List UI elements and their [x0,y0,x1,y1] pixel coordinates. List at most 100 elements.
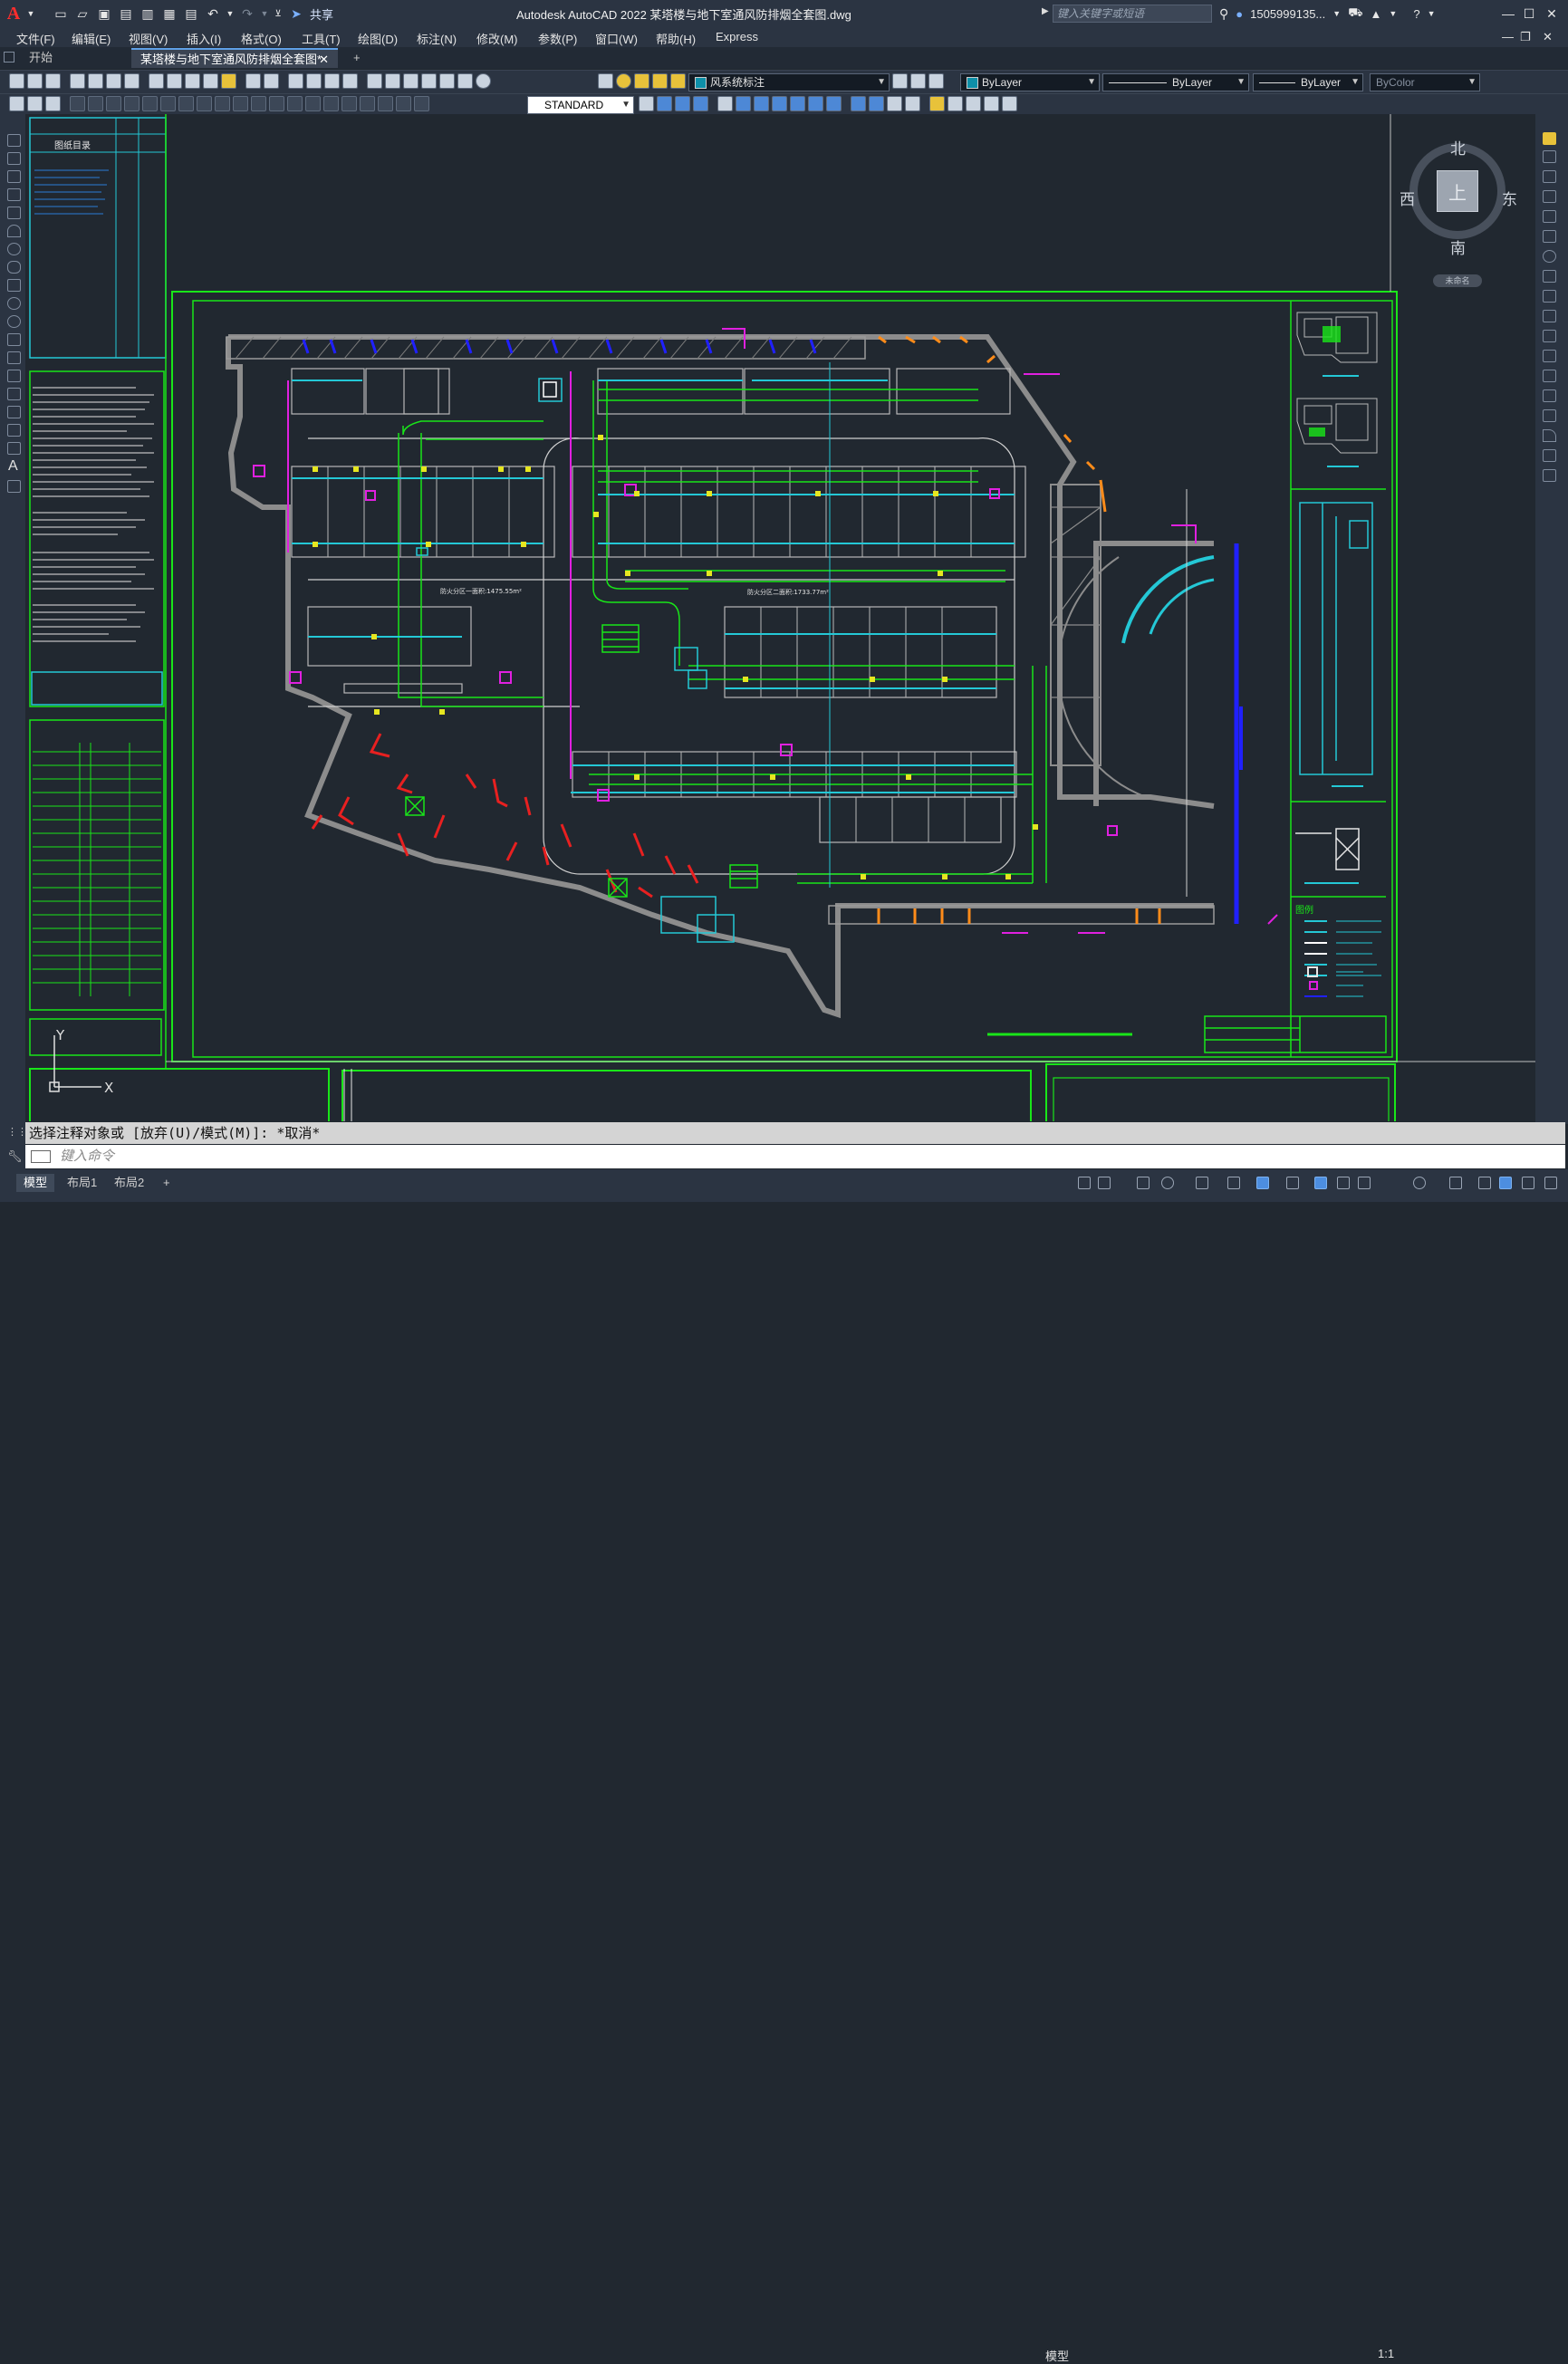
preview-icon[interactable] [88,73,103,89]
app-dropdown-icon[interactable]: ▼ [1389,9,1397,18]
command-settings-icon[interactable]: 🔧︎ [7,1149,23,1164]
layer-dropdown[interactable]: 风系统标注 ▼ [688,73,890,91]
share-button[interactable]: 共享 [310,5,333,23]
main-sheet-border[interactable] [171,291,1398,1062]
circle-icon[interactable] [7,243,21,255]
workspace-gear-icon[interactable] [1413,1177,1426,1189]
mtext-icon[interactable]: A [8,458,18,475]
model-space-toggle[interactable]: 模型 [1045,2347,1069,2364]
object-snap-icon[interactable] [1256,1177,1269,1189]
user-dropdown-icon[interactable]: ▼ [1332,9,1341,18]
dim-continue-icon[interactable] [251,96,266,111]
dim-diameter-icon[interactable] [178,96,194,111]
customize-qat-icon[interactable]: ⊻ [274,5,283,22]
tool-c-icon[interactable] [754,96,769,111]
menu-express[interactable]: Express [716,30,758,43]
tool-h-icon[interactable] [851,96,866,111]
3d-subtract-icon[interactable] [693,96,708,111]
tab-menu-icon[interactable] [4,52,14,62]
pan-icon[interactable] [288,73,303,89]
zoom-window-icon[interactable] [324,73,340,89]
tab-model-space[interactable]: 模型 [16,1174,55,1192]
dim-aligned-icon[interactable] [27,96,43,111]
share-icon[interactable]: ➤ [288,5,304,22]
undo-tb-icon[interactable] [245,73,261,89]
menu-file[interactable]: 文件(F) [16,30,55,47]
menu-modify[interactable]: 修改(M) [476,30,518,47]
annotation-monitor-icon[interactable] [1449,1177,1462,1189]
detail-diagram[interactable] [1295,828,1360,870]
linetype-dropdown[interactable]: ByLayer ▼ [1102,73,1249,91]
block-editor-icon[interactable] [221,73,236,89]
tool-i-icon[interactable] [869,96,884,111]
redo-icon[interactable]: ↷ [239,5,255,22]
tool-f-icon[interactable] [808,96,823,111]
sheet-catalog[interactable]: 图纸目录 [29,117,167,359]
user-icon[interactable]: ● [1236,7,1243,21]
dim-linear2-icon[interactable] [70,96,85,111]
dimstyle-dropdown[interactable]: STANDARD ▼ [527,96,634,114]
command-line-handle[interactable]: ⋮⋮ 🔧︎ [0,1122,27,1169]
break-point-icon[interactable] [1543,350,1556,362]
polar-icon[interactable] [1161,1177,1174,1189]
viewcube-north[interactable]: 北 [1450,136,1466,159]
tool-m-icon[interactable] [948,96,963,111]
doc-restore-button[interactable]: ❐ [1520,30,1531,44]
quickcalc-icon[interactable] [457,73,473,89]
isolate-objects-icon[interactable] [1478,1177,1491,1189]
array-icon[interactable] [1543,210,1556,223]
auto-scale-icon[interactable] [1337,1177,1350,1189]
rectangle-icon[interactable] [7,207,21,219]
tab-start[interactable]: 开始 [20,48,129,68]
new-tab-button[interactable]: + [344,48,370,68]
dim-text-edit-icon[interactable] [396,96,411,111]
open-web-icon[interactable]: ▥ [139,5,156,22]
dim-baseline-icon[interactable] [233,96,248,111]
isodraft-icon[interactable] [1196,1177,1208,1189]
bottom-sheet-2[interactable] [341,1070,1032,1121]
3d-union-icon[interactable] [675,96,690,111]
viewcube-west[interactable]: 西 [1400,187,1415,209]
tab-document[interactable]: 某塔楼与地下室通风防排烟全套图* ✕ [131,48,338,68]
plot-icon[interactable]: ▤ [183,5,199,22]
layer-properties-icon[interactable] [598,73,613,89]
customize-status-icon[interactable] [1544,1177,1557,1189]
tool-j-icon[interactable] [887,96,902,111]
annotation-scale-value[interactable]: 1:1 [1378,2347,1394,2360]
open-file-icon[interactable]: ▱ [74,5,91,22]
help-icon[interactable]: ? [1413,7,1419,21]
viewcube[interactable]: 上 北 南 西 东 未命名 [1400,136,1517,287]
erase-icon[interactable] [1543,132,1556,145]
menu-help[interactable]: 帮助(H) [656,30,696,47]
quick-dim-icon[interactable] [215,96,230,111]
undo-dropdown-icon[interactable]: ▼ [226,5,235,22]
dim-arclength-icon[interactable] [106,96,121,111]
command-input[interactable]: 键入命令 [25,1145,1565,1168]
grid-icon[interactable] [1078,1177,1091,1189]
chamfer-icon[interactable] [1543,409,1556,422]
line-icon[interactable] [7,134,21,147]
tool-l-icon[interactable] [929,96,945,111]
fillet-icon[interactable] [1543,429,1556,442]
offset-icon[interactable] [1543,190,1556,203]
tool-e-icon[interactable] [790,96,805,111]
redo-dropdown-icon[interactable]: ▼ [261,5,269,22]
viewcube-east[interactable]: 东 [1502,187,1517,209]
redo-tb-icon[interactable] [264,73,279,89]
stretch-icon[interactable] [1543,290,1556,303]
cut-icon[interactable] [149,73,164,89]
design-center-icon[interactable] [385,73,400,89]
lineweight-toggle-icon[interactable] [1286,1177,1299,1189]
mirror-icon[interactable] [1543,170,1556,183]
3d-box-icon[interactable] [657,96,672,111]
tool-p-icon[interactable] [1002,96,1017,111]
sheet-set-icon[interactable] [421,73,437,89]
minimize-button[interactable]: — [1498,4,1518,24]
3dprint-icon[interactable] [124,73,139,89]
menu-window[interactable]: 窗口(W) [595,30,638,47]
doc-minimize-button[interactable]: — [1502,30,1514,43]
add-layout-button[interactable]: + [156,1174,178,1192]
help-dropdown-icon[interactable]: ▼ [1428,9,1436,18]
cart-icon[interactable]: ⛟ [1348,5,1362,22]
tool-d-icon[interactable] [772,96,787,111]
